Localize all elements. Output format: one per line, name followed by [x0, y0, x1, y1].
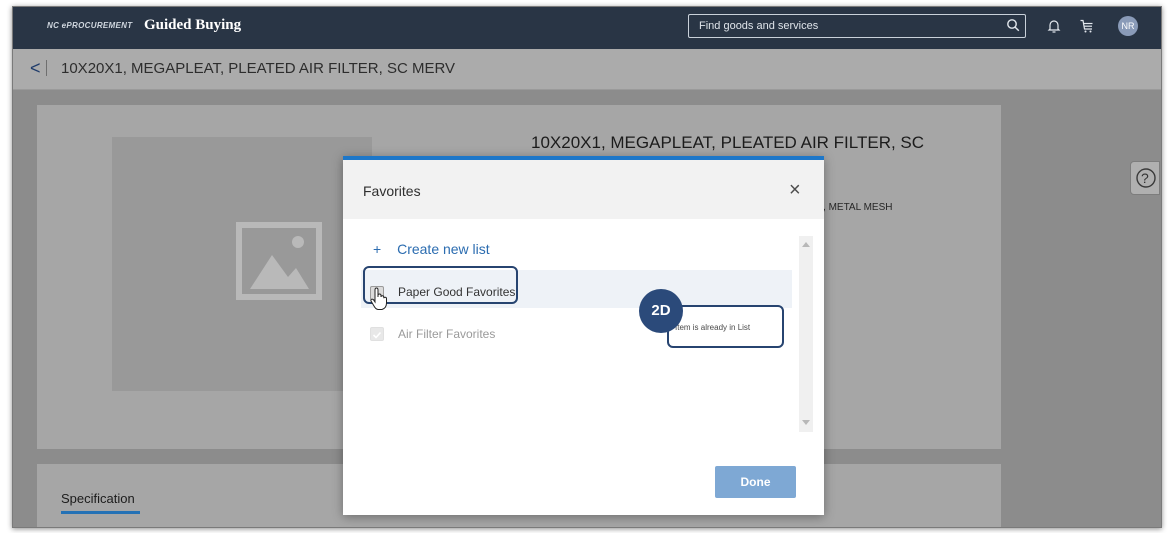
note-callout-text: Item is already in List [675, 323, 751, 332]
bell-icon[interactable] [1046, 18, 1062, 34]
product-image-placeholder [112, 137, 372, 391]
app-window: NC ePROCUREMENT Guided Buying NR < 10X20… [12, 6, 1162, 528]
active-tab-indicator [61, 511, 140, 514]
list-checkbox-checked [370, 327, 384, 341]
search-icon[interactable] [1006, 18, 1020, 32]
create-new-list-link[interactable]: + Create new list [373, 241, 490, 257]
image-placeholder-icon [236, 222, 322, 300]
dialog-title: Favorites [363, 183, 421, 199]
checkmark-icon [372, 331, 382, 339]
help-button[interactable]: ? [1130, 161, 1160, 195]
tab-specification[interactable]: Specification [61, 491, 135, 506]
step-badge: 2D [639, 289, 683, 333]
product-title: 10X20X1, MEGAPLEAT, PLEATED AIR FILTER, … [531, 133, 925, 152]
scrollbar[interactable] [799, 236, 813, 432]
help-glyph: ? [1141, 170, 1149, 186]
avatar[interactable]: NR [1118, 16, 1138, 36]
list-item-label: Air Filter Favorites [398, 327, 496, 341]
page-title: 10X20X1, MEGAPLEAT, PLEATED AIR FILTER, … [61, 60, 456, 77]
app-title[interactable]: Guided Buying [144, 17, 241, 34]
create-new-list-label: Create new list [397, 241, 490, 257]
plus-icon: + [373, 241, 382, 257]
close-icon[interactable]: × [789, 180, 801, 200]
divider [46, 60, 47, 76]
brand-prefix: NC ePROCUREMENT [47, 21, 133, 30]
breadcrumb-bar: < 10X20X1, MEGAPLEAT, PLEATED AIR FILTER… [13, 49, 1161, 90]
hand-cursor-icon [370, 287, 387, 310]
done-button[interactable]: Done [715, 466, 796, 498]
search-input[interactable] [688, 14, 1026, 38]
top-header: NC ePROCUREMENT Guided Buying NR [13, 7, 1161, 49]
back-chevron-icon[interactable]: < [30, 58, 41, 79]
cart-icon[interactable] [1079, 18, 1095, 34]
dialog-header: Favorites × [343, 160, 824, 219]
